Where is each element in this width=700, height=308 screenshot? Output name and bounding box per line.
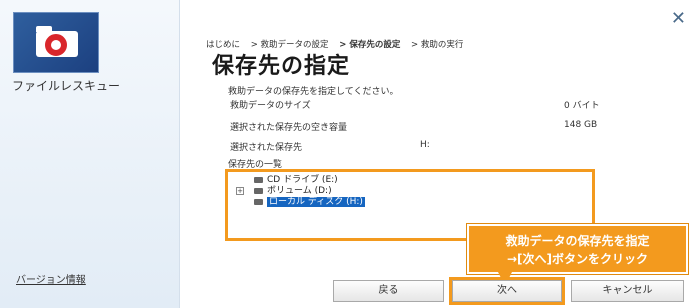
drive-icon [254,198,263,205]
page-title: 保存先の指定 [212,54,351,79]
close-icon[interactable]: ✕ [671,8,686,29]
destination-label: 選択された保存先 [230,143,303,153]
sidebar: ファイルレスキュー バージョン情報 [0,0,180,308]
cd-drive-icon [254,176,263,183]
expand-icon[interactable]: + [236,187,244,195]
back-button[interactable]: 戻る [333,280,444,302]
tree-item-cd-drive[interactable]: CD ドライブ (E:) [254,175,338,185]
tree-item-local-disk-h[interactable]: ローカル ディスク (H:) [254,197,365,207]
next-button[interactable]: 次へ [449,277,565,305]
info-row-size: 救助データのサイズ 0 バイト [230,98,610,111]
app-logo-icon [13,12,99,73]
tree-item-label: ローカル ディスク (H:) [267,197,365,207]
info-row-free: 選択された保存先の空き容量 148 GB [230,120,610,133]
tree-item-label: CD ドライブ (E:) [267,175,338,185]
instruction-callout: 救助データの保存先を指定 →[次へ]ボタンをクリック [467,224,688,274]
destination-value: H: [420,140,430,150]
callout-line-2: →[次へ]ボタンをクリック [506,252,649,266]
tree-item-volume-d[interactable]: ボリューム (D:) [254,186,332,196]
callout-line-1: 救助データの保存先を指定 [505,234,650,248]
free-space-value: 148 GB [564,120,598,130]
drive-icon [254,187,263,194]
version-info-link[interactable]: バージョン情報 [16,271,86,286]
destination-list-heading: 保存先の一覧 [228,160,283,170]
size-value: 0 バイト [564,101,600,111]
breadcrumb-step-run: > 救助の実行 [411,40,464,50]
info-row-destination: 選択された保存先 H: [230,140,610,153]
app-name: ファイルレスキュー [12,79,121,93]
size-label: 救助データのサイズ [230,101,311,111]
free-space-label: 選択された保存先の空き容量 [230,123,348,133]
tree-item-label: ボリューム (D:) [267,186,332,196]
cancel-button[interactable]: キャンセル [571,280,684,302]
instruction-text: 救助データの保存先を指定してください。 [228,87,399,97]
